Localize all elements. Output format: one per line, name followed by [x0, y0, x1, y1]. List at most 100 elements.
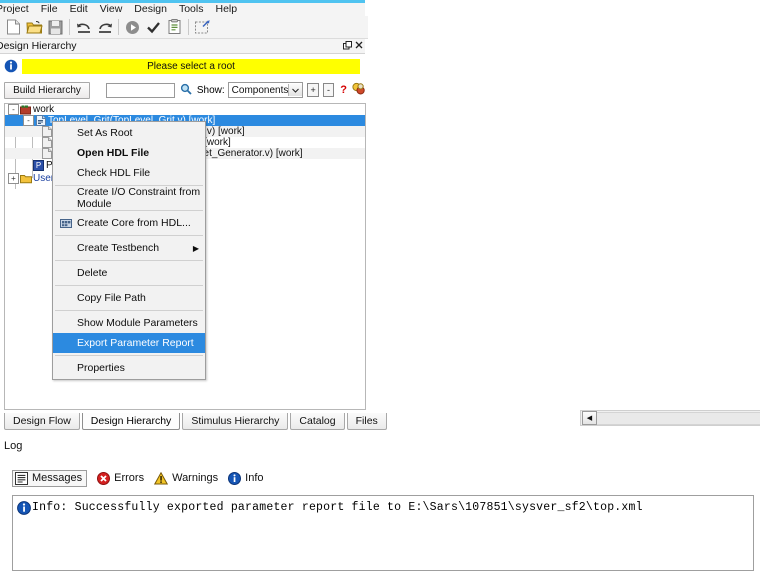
menu-create-core-from-hdl[interactable]: Create Core from HDL...: [53, 213, 205, 233]
menu-separator: [55, 235, 203, 236]
organize-icon[interactable]: [192, 17, 213, 37]
panel-titlebar: Design Hierarchy: [0, 39, 365, 54]
tree-expander[interactable]: -: [8, 104, 19, 115]
show-select[interactable]: Components: [228, 82, 304, 98]
horizontal-scrollbar[interactable]: ◀: [580, 410, 760, 426]
chevron-right-icon: ▶: [193, 244, 199, 253]
log-filter-label: Messages: [32, 472, 82, 484]
application-window: Project File Edit View Design Tools Help: [0, 0, 760, 577]
menu-item-tools[interactable]: Tools: [173, 3, 210, 16]
log-filter-info[interactable]: Info: [228, 472, 263, 485]
toolbar-separator: [69, 19, 70, 35]
menu-label: Check HDL File: [77, 167, 150, 179]
menu-properties[interactable]: Properties: [53, 358, 205, 378]
menu-item-file[interactable]: File: [35, 3, 64, 16]
menu-label: Properties: [77, 362, 125, 374]
log-filter-label: Errors: [114, 472, 144, 484]
report-icon[interactable]: [164, 17, 185, 37]
log-title: Log: [4, 440, 22, 452]
run-icon[interactable]: [122, 17, 143, 37]
collapse-all-button[interactable]: -: [323, 83, 334, 97]
build-hierarchy-button[interactable]: Build Hierarchy: [4, 82, 90, 99]
scrollbar-track[interactable]: [597, 412, 760, 425]
tab-stimulus-hierarchy[interactable]: Stimulus Hierarchy: [182, 413, 288, 430]
menu-open-hdl-file[interactable]: Open HDL File: [53, 143, 205, 163]
context-menu[interactable]: Set As Root Open HDL File Check HDL File…: [52, 121, 206, 380]
menu-label: Copy File Path: [77, 292, 146, 304]
tab-design-flow[interactable]: Design Flow: [4, 413, 80, 430]
chevron-down-icon[interactable]: [288, 84, 302, 96]
log-message-text: Info: Successfully exported parameter re…: [32, 501, 643, 514]
check-icon[interactable]: [143, 17, 164, 37]
messages-icon: [15, 472, 28, 485]
undo-icon[interactable]: [73, 17, 94, 37]
menu-check-hdl-file[interactable]: Check HDL File: [53, 163, 205, 183]
library-icon: [19, 105, 32, 115]
info-icon: [17, 501, 31, 519]
help-button[interactable]: ?: [340, 84, 347, 96]
menu-label: Delete: [77, 267, 107, 279]
color-legend-icon[interactable]: [352, 82, 365, 98]
new-file-icon[interactable]: [3, 17, 24, 37]
component-icon: P: [32, 160, 45, 171]
menu-separator: [55, 310, 203, 311]
menu-item-project[interactable]: Project: [0, 3, 35, 16]
menu-show-module-parameters[interactable]: Show Module Parameters: [53, 313, 205, 333]
toolbar-separator: [118, 19, 119, 35]
menu-bar: Project File Edit View Design Tools Help: [0, 3, 365, 17]
hierarchy-toolbar: Build Hierarchy Show: Components + - ?: [0, 80, 365, 100]
redo-icon[interactable]: [94, 17, 115, 37]
close-panel-icon[interactable]: [355, 41, 363, 51]
scroll-left-icon[interactable]: ◀: [582, 411, 597, 425]
save-icon[interactable]: [45, 17, 66, 37]
toolbar-separator: [188, 19, 189, 35]
open-folder-icon[interactable]: [24, 17, 45, 37]
menu-set-as-root[interactable]: Set As Root: [53, 123, 205, 143]
tree-expander[interactable]: -: [23, 115, 34, 126]
panel-title-label: Design Hierarchy: [0, 40, 77, 52]
tab-design-hierarchy[interactable]: Design Hierarchy: [82, 413, 181, 430]
log-message-row: Info: Successfully exported parameter re…: [13, 496, 753, 519]
show-select-value: Components: [229, 85, 289, 96]
tab-catalog[interactable]: Catalog: [290, 413, 344, 430]
root-warning-row: Please select a root: [0, 55, 365, 77]
tab-files[interactable]: Files: [347, 413, 387, 430]
menu-create-io-constraint[interactable]: Create I/O Constraint from Module: [53, 188, 205, 208]
log-filter-label: Warnings: [172, 472, 218, 484]
create-core-icon: [57, 217, 75, 229]
info-icon: [228, 472, 241, 485]
menu-separator: [55, 210, 203, 211]
warning-icon: [154, 472, 168, 485]
menu-label: Create Core from HDL...: [77, 217, 191, 229]
menu-copy-file-path[interactable]: Copy File Path: [53, 288, 205, 308]
menu-delete[interactable]: Delete: [53, 263, 205, 283]
menu-export-parameter-report[interactable]: Export Parameter Report: [53, 333, 205, 353]
tree-label: work: [33, 104, 54, 115]
menu-label: Show Module Parameters: [77, 317, 198, 329]
tree-row[interactable]: - work: [5, 104, 365, 115]
error-icon: [97, 472, 110, 485]
tree-label: User: [33, 173, 54, 184]
tree-label: eset_Generator.v) [work]: [193, 148, 303, 159]
menu-item-view[interactable]: View: [94, 3, 129, 16]
filter-input[interactable]: [106, 83, 175, 98]
menu-item-design[interactable]: Design: [128, 3, 173, 16]
main-toolbar: [0, 16, 368, 39]
menu-item-help[interactable]: Help: [209, 3, 243, 16]
log-filter-warnings[interactable]: Warnings: [154, 472, 218, 485]
menu-create-testbench[interactable]: Create Testbench ▶: [53, 238, 205, 258]
menu-label: Open HDL File: [77, 147, 149, 159]
menu-separator: [55, 260, 203, 261]
tree-expander[interactable]: +: [8, 173, 19, 184]
float-panel-icon[interactable]: [343, 41, 352, 52]
menu-item-edit[interactable]: Edit: [64, 3, 94, 16]
folder-icon: [19, 174, 32, 184]
svg-text:P: P: [36, 161, 41, 170]
log-filter-messages[interactable]: Messages: [12, 470, 87, 487]
log-filter-errors[interactable]: Errors: [97, 472, 144, 485]
show-label: Show:: [197, 85, 225, 96]
search-icon[interactable]: [180, 83, 192, 98]
menu-separator: [55, 285, 203, 286]
log-output-panel[interactable]: Info: Successfully exported parameter re…: [12, 495, 754, 571]
expand-all-button[interactable]: +: [307, 83, 318, 97]
